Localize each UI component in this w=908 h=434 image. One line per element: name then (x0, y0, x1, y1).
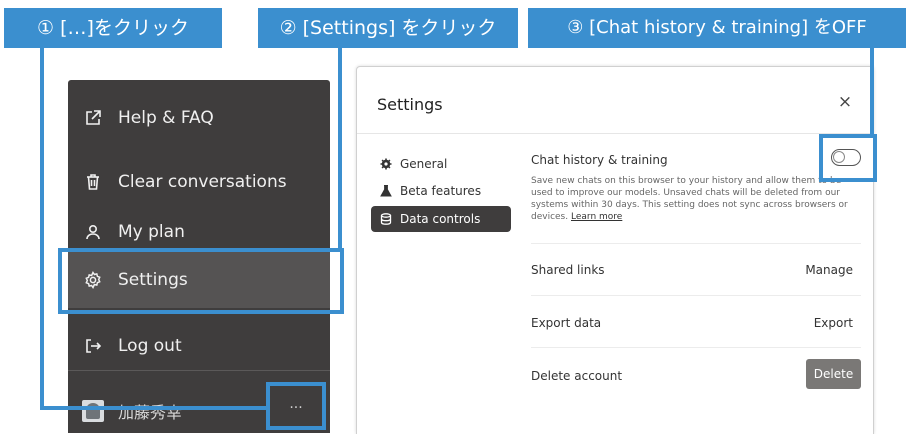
tab-data-controls[interactable]: Data controls (371, 206, 511, 232)
manage-button[interactable]: Manage (805, 263, 853, 277)
external-link-icon (84, 109, 102, 127)
menu-item-label: Log out (118, 336, 182, 356)
chat-history-label: Chat history & training (531, 153, 668, 167)
callout-line (338, 48, 342, 250)
user-row[interactable]: 加藤秀幸 ··· (68, 388, 330, 433)
delete-button[interactable]: Delete (806, 359, 861, 389)
more-options-button[interactable]: ··· (284, 398, 308, 420)
gear-icon (84, 271, 102, 289)
tab-label: Beta features (400, 184, 482, 198)
close-button[interactable]: × (837, 93, 853, 111)
menu-item-clear-conversations[interactable]: Clear conversations (68, 154, 330, 210)
chat-history-description: Save new chats on this browser to your h… (531, 175, 861, 223)
step-1-label: ① […]をクリック (4, 8, 222, 48)
gear-icon (380, 158, 392, 170)
settings-dialog: Settings × General Beta features Data co… (356, 66, 874, 434)
menu-item-label: Clear conversations (118, 172, 287, 192)
menu-item-label: My plan (118, 222, 185, 242)
learn-more-link[interactable]: Learn more (571, 212, 622, 222)
dialog-title: Settings (377, 95, 443, 114)
step-2-label: ② [Settings] をクリック (258, 8, 518, 48)
row-divider (531, 347, 861, 348)
user-icon (84, 223, 102, 241)
delete-account-label: Delete account (531, 369, 623, 383)
menu-item-help-faq[interactable]: Help & FAQ (68, 90, 330, 146)
row-divider (531, 295, 861, 296)
export-data-label: Export data (531, 316, 602, 330)
user-name: 加藤秀幸 (118, 402, 183, 422)
flask-icon (380, 185, 392, 197)
menu-item-settings[interactable]: Settings (68, 252, 330, 308)
avatar (82, 399, 104, 422)
step-3-label: ③ [Chat history & training] をOFF (528, 8, 906, 48)
trash-icon (84, 173, 102, 191)
shared-links-label: Shared links (531, 263, 605, 277)
tab-beta-features[interactable]: Beta features (371, 178, 511, 204)
row-divider (531, 243, 861, 244)
tab-general[interactable]: General (371, 151, 511, 177)
logout-icon (84, 337, 102, 355)
account-menu: Help & FAQ Clear conversations My plan S… (68, 80, 330, 433)
tab-label: General (400, 157, 448, 171)
menu-item-log-out[interactable]: Log out (68, 318, 330, 374)
menu-item-label: Help & FAQ (118, 108, 214, 128)
menu-item-label: Settings (118, 270, 188, 290)
toggle-knob (833, 151, 845, 163)
dialog-divider (357, 133, 873, 134)
database-icon (380, 213, 392, 225)
chat-history-toggle[interactable] (831, 149, 861, 166)
export-button[interactable]: Export (814, 316, 853, 330)
tab-label: Data controls (400, 212, 481, 226)
callout-line (40, 48, 44, 410)
